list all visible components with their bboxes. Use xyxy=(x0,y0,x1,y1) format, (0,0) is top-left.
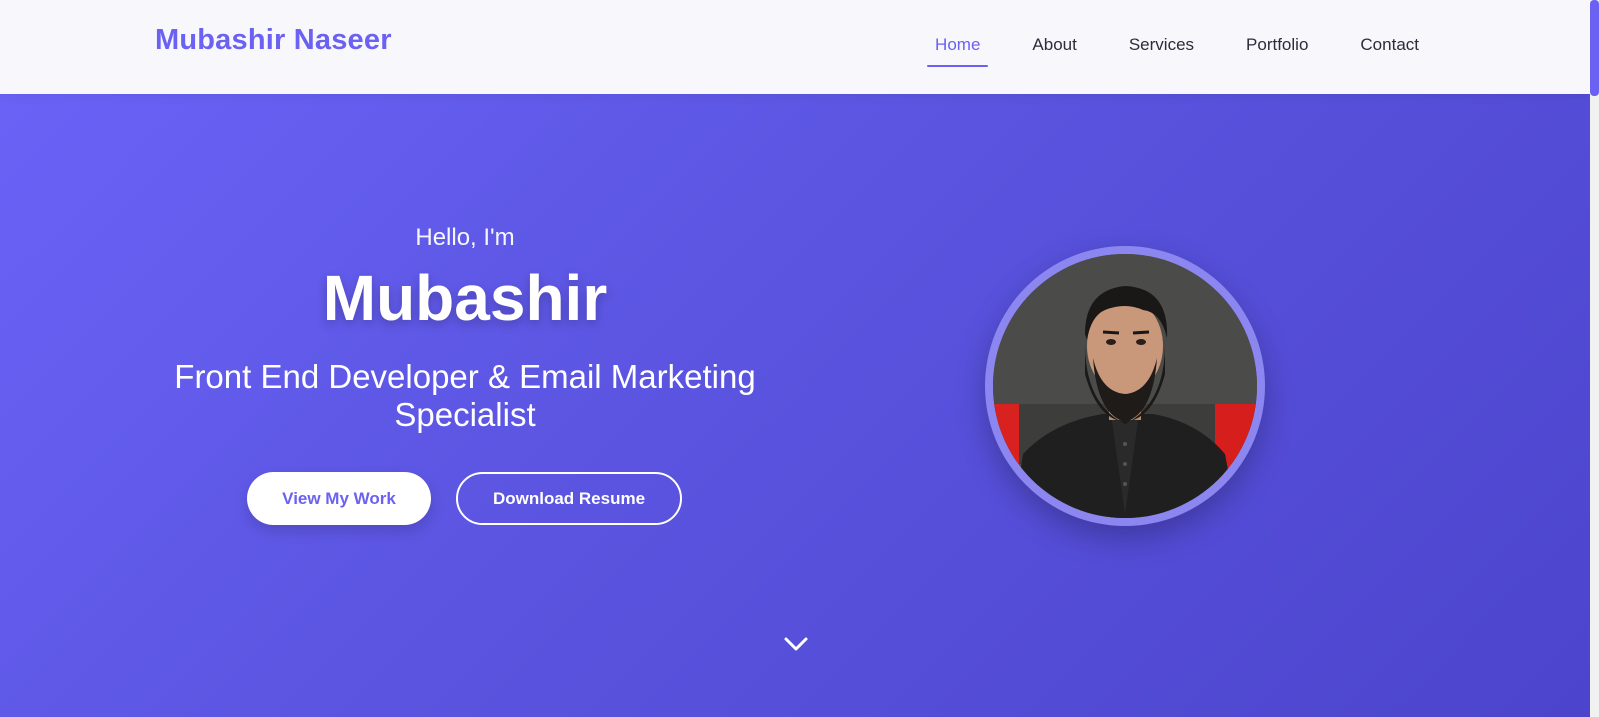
view-my-work-button[interactable]: View My Work xyxy=(247,472,431,525)
hero-title: Front End Developer & Email Marketing Sp… xyxy=(174,357,756,433)
avatar xyxy=(993,254,1257,518)
hero-text: Hello, I'm Mubashir Front End Developer … xyxy=(140,224,790,434)
hero-greeting: Hello, I'm xyxy=(415,224,515,251)
page-scrollbar[interactable] xyxy=(1590,0,1599,717)
hero-name: Mubashir xyxy=(322,262,608,334)
scrollbar-thumb[interactable] xyxy=(1590,0,1599,96)
brand-logo[interactable]: Mubashir Naseer xyxy=(155,24,392,57)
hero-section: Hello, I'm Mubashir Front End Developer … xyxy=(0,94,1590,717)
page: Mubashir Naseer Home About Services Port… xyxy=(0,0,1599,717)
download-resume-button[interactable]: Download Resume xyxy=(456,472,682,525)
chevron-down-icon[interactable] xyxy=(782,634,810,654)
nav-menu: Home About Services Portfolio Contact xyxy=(927,33,1427,67)
avatar-frame xyxy=(985,246,1265,526)
nav-item-contact[interactable]: Contact xyxy=(1352,33,1427,67)
nav-item-about[interactable]: About xyxy=(1024,33,1084,67)
profile-photo xyxy=(993,254,1257,518)
nav-item-portfolio[interactable]: Portfolio xyxy=(1238,33,1316,67)
navbar: Mubashir Naseer Home About Services Port… xyxy=(0,0,1590,94)
nav-item-home[interactable]: Home xyxy=(927,33,989,67)
nav-item-services[interactable]: Services xyxy=(1121,33,1202,67)
